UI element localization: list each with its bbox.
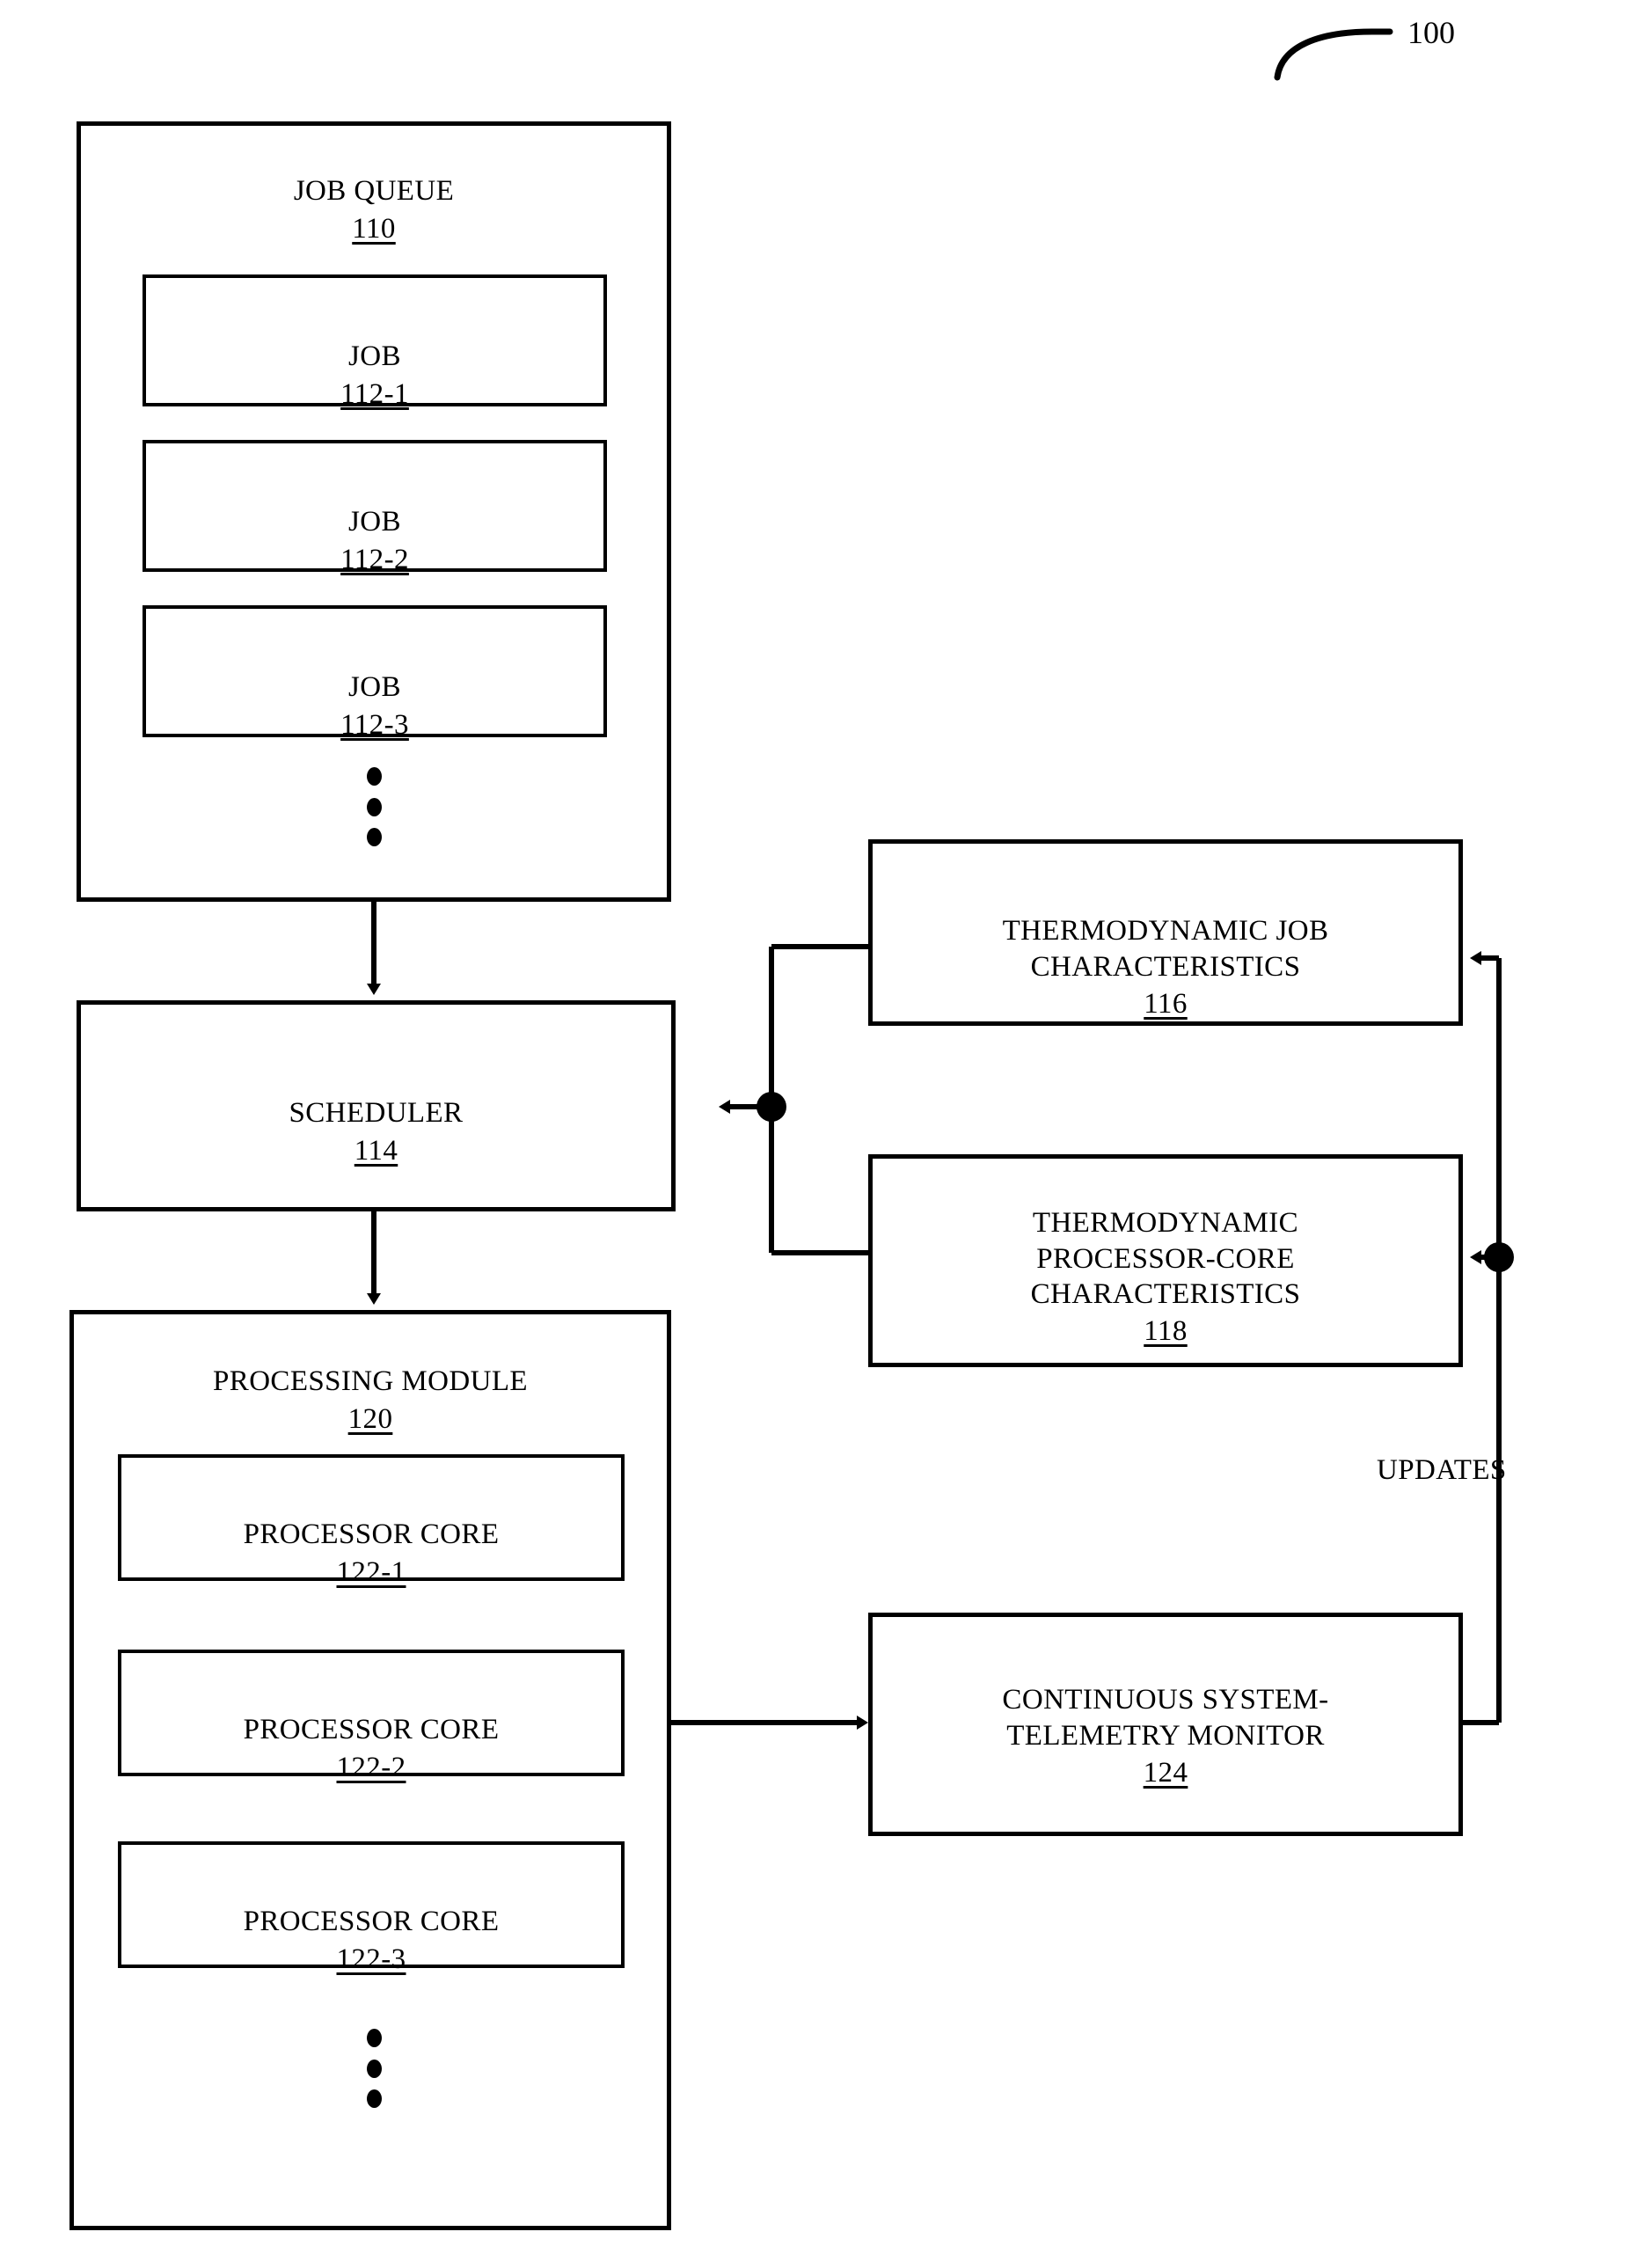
job-ref-3: 112-3 [340, 708, 409, 741]
telemetry-monitor-label: CONTINUOUS SYSTEM- TELEMETRY MONITOR 124 [868, 1647, 1463, 1826]
processor-core-label-3: PROCESSOR CORE 122-3 [118, 1869, 625, 2012]
figure-leader-line [1274, 28, 1393, 81]
thermodynamic-job-characteristics-label: THERMODYNAMIC JOB CHARACTERISTICS 116 [868, 878, 1463, 1057]
job-label-3: JOB 112-3 [143, 634, 607, 778]
thermodynamic-job-characteristics-ref: 116 [1144, 987, 1188, 1020]
processor-core-title-3: PROCESSOR CORE [243, 1906, 500, 1938]
job-title-3: JOB [348, 671, 401, 704]
processor-core-ref-3: 122-3 [336, 1943, 406, 1975]
job-label-2: JOB 112-2 [143, 469, 607, 612]
job-queue-label: JOB QUEUE 110 [77, 138, 671, 282]
thermodynamic-job-characteristics-title: THERMODYNAMIC JOB CHARACTERISTICS [1002, 915, 1329, 983]
processing-module-label: PROCESSING MODULE 120 [69, 1328, 671, 1472]
scheduler-label: SCHEDULER 114 [77, 1060, 676, 1204]
ellipsis-dot [367, 2029, 382, 2047]
telemetry-monitor-ref: 124 [1143, 1756, 1188, 1789]
processor-core-title-2: PROCESSOR CORE [243, 1714, 500, 1746]
job-queue-ellipsis [367, 767, 382, 846]
job-ref-1: 112-1 [340, 377, 409, 410]
junction-dot-characteristics-bus [757, 1092, 786, 1122]
processor-core-label-1: PROCESSOR CORE 122-1 [118, 1482, 625, 1625]
job-queue-title: JOB QUEUE [293, 175, 455, 208]
processor-core-ref-2: 122-2 [336, 1751, 406, 1783]
junction-dot-updates-bus [1484, 1242, 1514, 1272]
processor-core-label-2: PROCESSOR CORE 122-2 [118, 1677, 625, 1820]
ellipsis-dot [367, 2089, 382, 2108]
updates-label: UPDATES [1377, 1454, 1507, 1486]
processing-module-ellipsis [367, 2029, 382, 2108]
thermodynamic-processor-core-characteristics-label: THERMODYNAMIC PROCESSOR-CORE CHARACTERIS… [868, 1170, 1463, 1385]
processing-module-ref: 120 [347, 1402, 393, 1435]
processor-core-ref-1: 122-1 [336, 1555, 406, 1588]
telemetry-monitor-title: CONTINUOUS SYSTEM- TELEMETRY MONITOR [1002, 1684, 1329, 1752]
job-label-1: JOB 112-1 [143, 304, 607, 447]
scheduler-ref: 114 [354, 1134, 398, 1167]
processor-core-title-1: PROCESSOR CORE [243, 1518, 500, 1551]
ellipsis-dot [367, 767, 382, 786]
job-ref-2: 112-2 [340, 543, 409, 575]
job-queue-ref: 110 [352, 212, 396, 245]
thermodynamic-processor-core-characteristics-title: THERMODYNAMIC PROCESSOR-CORE CHARACTERIS… [1030, 1207, 1301, 1310]
scheduler-title: SCHEDULER [289, 1097, 464, 1130]
thermodynamic-processor-core-characteristics-ref: 118 [1144, 1315, 1188, 1347]
job-title-1: JOB [348, 340, 401, 373]
processing-module-title: PROCESSING MODULE [213, 1365, 528, 1398]
ellipsis-dot [367, 2059, 382, 2078]
ellipsis-dot [367, 828, 382, 846]
patent-figure: 100 JOB QUEUE 110 JOB 112-1 JOB 112-2 JO… [0, 0, 1652, 2261]
ellipsis-dot [367, 797, 382, 816]
figure-number: 100 [1407, 15, 1455, 50]
job-title-2: JOB [348, 506, 401, 538]
